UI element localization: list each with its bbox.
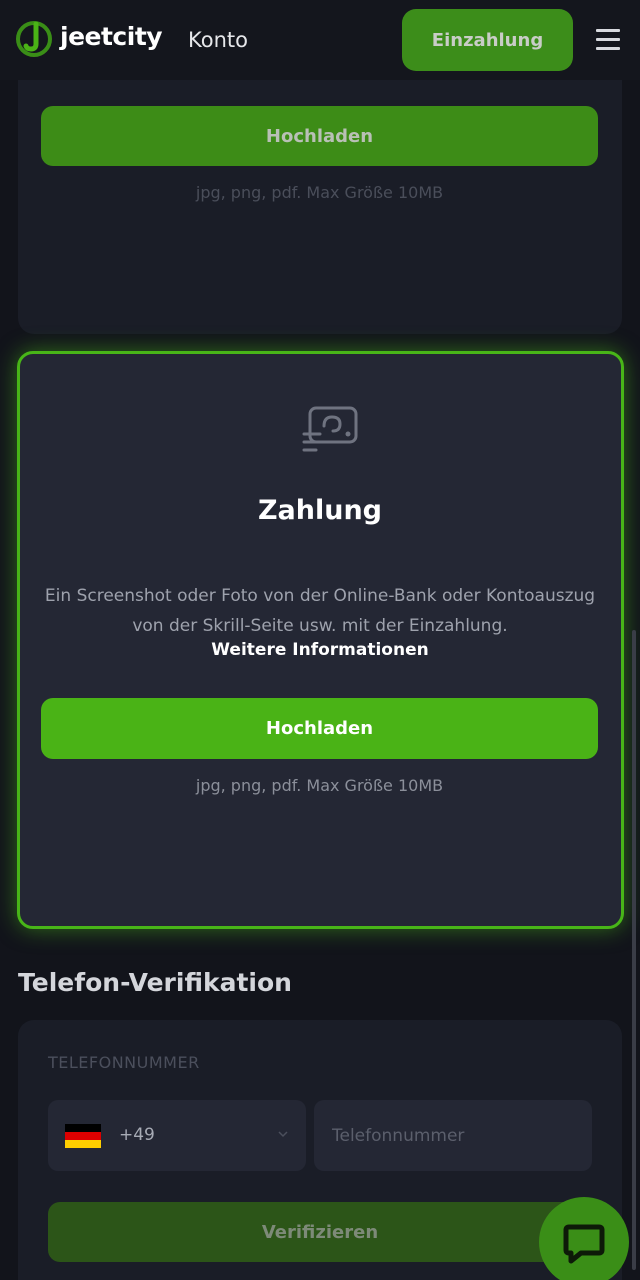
top-header: jeetcity Konto Einzahlung <box>0 0 640 80</box>
payment-document-icon <box>302 406 358 452</box>
country-code-select[interactable]: +49 <box>48 1100 306 1171</box>
chat-bubble-icon <box>563 1224 605 1264</box>
verify-button[interactable]: Verifizieren <box>48 1202 592 1262</box>
deposit-button[interactable]: Einzahlung <box>402 9 573 71</box>
phone-verification-title: Telefon-Verifikation <box>18 968 292 997</box>
hamburger-menu-icon[interactable] <box>596 29 620 51</box>
payment-card-description: Ein Screenshot oder Foto von der Online-… <box>44 586 596 636</box>
payment-card-title: Zahlung <box>257 495 383 526</box>
country-code-value: +49 <box>119 1125 155 1145</box>
phone-number-input[interactable] <box>314 1100 592 1171</box>
previous-upload-hint: jpg, png, pdf. Max Größe 10MB <box>195 183 444 202</box>
chevron-down-icon <box>278 1131 288 1138</box>
phone-field-label: TELEFONNUMMER <box>48 1053 200 1072</box>
chat-button[interactable] <box>539 1197 629 1280</box>
previous-upload-button[interactable]: Hochladen <box>41 106 598 166</box>
more-info-link[interactable]: Weitere Informationen <box>0 640 640 660</box>
payment-upload-hint: jpg, png, pdf. Max Größe 10MB <box>195 776 444 795</box>
germany-flag-icon <box>65 1124 101 1148</box>
logo-text: jeetcity <box>60 21 163 51</box>
page-title: Konto <box>188 28 248 52</box>
payment-upload-button[interactable]: Hochladen <box>41 698 598 759</box>
scrollbar[interactable] <box>632 630 636 1270</box>
logo[interactable]: jeetcity <box>14 18 163 58</box>
jeetcity-logo-icon <box>16 21 52 57</box>
